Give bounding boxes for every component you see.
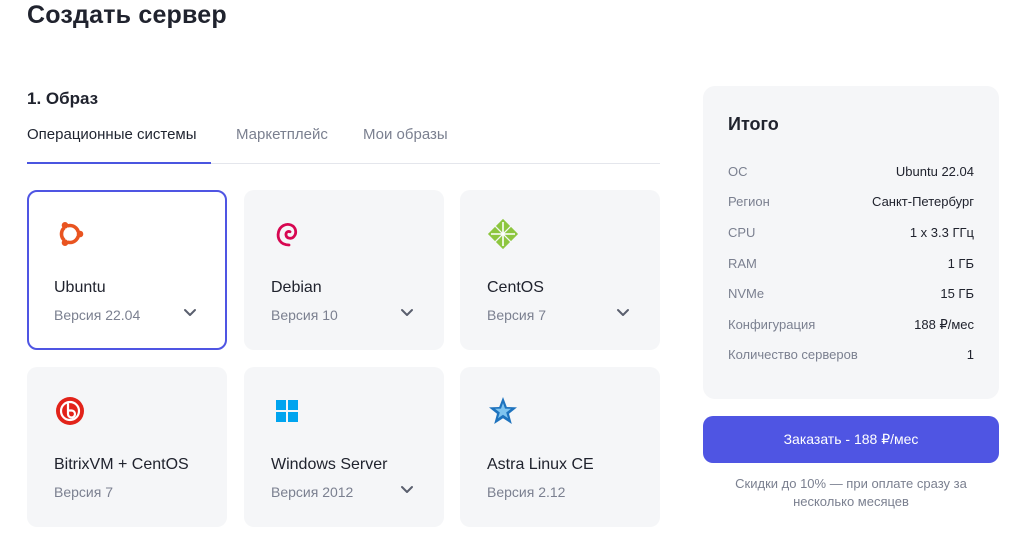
debian-icon <box>276 223 298 247</box>
os-card-version: Версия 7 <box>487 307 546 323</box>
summary-panel: Итого ОС Ubuntu 22.04 Регион Санкт-Петер… <box>703 86 999 399</box>
os-card-debian[interactable]: Debian Версия 10 <box>244 190 444 350</box>
tab-marketplace[interactable]: Маркетплейс <box>236 126 328 143</box>
os-card-version: Версия 2012 <box>271 484 354 500</box>
os-card-name: Astra Linux CE <box>487 456 594 473</box>
bitrix-icon <box>56 397 84 425</box>
os-card-astra-linux[interactable]: Astra Linux CE Версия 2.12 <box>460 367 660 527</box>
summary-row-os: ОС Ubuntu 22.04 <box>728 164 974 184</box>
summary-row-nvme: NVMe 15 ГБ <box>728 286 974 306</box>
os-card-centos[interactable]: CentOS Версия 7 <box>460 190 660 350</box>
summary-label: ОС <box>728 164 748 179</box>
summary-label: Регион <box>728 194 770 209</box>
astra-icon <box>489 397 517 424</box>
os-card-version: Версия 2.12 <box>487 484 566 500</box>
chevron-down-icon[interactable] <box>182 306 198 318</box>
image-tabs: Операционные системы Маркетплейс Мои обр… <box>27 124 660 164</box>
summary-row-region: Регион Санкт-Петербург <box>728 194 974 214</box>
os-card-name: Debian <box>271 279 322 296</box>
summary-title: Итого <box>728 114 779 134</box>
summary-value: 188 ₽/мес <box>914 317 974 332</box>
os-card-windows-server[interactable]: Windows Server Версия 2012 <box>244 367 444 527</box>
centos-icon <box>487 218 519 250</box>
summary-value: 1 ГБ <box>947 256 974 271</box>
discount-note: Скидки до 10% — при оплате сразу за неск… <box>735 476 967 509</box>
image-section-title: 1. Образ <box>27 89 99 108</box>
summary-label: Количество серверов <box>728 347 858 362</box>
os-card-version: Версия 7 <box>54 484 113 500</box>
os-card-ubuntu[interactable]: Ubuntu Версия 22.04 <box>27 190 227 350</box>
os-card-name: CentOS <box>487 279 544 296</box>
active-tab-indicator <box>27 162 211 164</box>
order-button[interactable]: Заказать - 188 ₽/мес <box>703 416 999 463</box>
summary-value: Санкт-Петербург <box>872 194 974 209</box>
summary-label: Конфигурация <box>728 317 816 332</box>
summary-value: 15 ГБ <box>940 286 974 301</box>
windows-icon <box>276 400 298 422</box>
summary-value: 1 x 3.3 ГГц <box>909 225 974 240</box>
chevron-down-icon[interactable] <box>615 306 631 318</box>
os-card-name: Ubuntu <box>54 279 106 296</box>
summary-label: RAM <box>728 256 757 271</box>
os-card-name: BitrixVM + CentOS <box>54 456 189 473</box>
page-title: Создать сервер <box>27 1 227 29</box>
os-card-name: Windows Server <box>271 456 388 473</box>
summary-row-server-count: Количество серверов 1 <box>728 347 974 367</box>
summary-row-cpu: CPU 1 x 3.3 ГГц <box>728 225 974 245</box>
os-card-bitrixvm[interactable]: BitrixVM + CentOS Версия 7 <box>27 367 227 527</box>
os-card-version: Версия 22.04 <box>54 307 141 323</box>
tab-my-images[interactable]: Мои образы <box>363 126 448 143</box>
chevron-down-icon[interactable] <box>399 483 415 495</box>
summary-label: CPU <box>728 225 756 240</box>
summary-row-configuration: Конфигурация 188 ₽/мес <box>728 317 974 337</box>
ubuntu-icon <box>59 222 84 246</box>
os-card-version: Версия 10 <box>271 307 338 323</box>
tab-operating-systems[interactable]: Операционные системы <box>27 126 197 143</box>
chevron-down-icon[interactable] <box>399 306 415 318</box>
summary-label: NVMe <box>728 286 765 301</box>
summary-row-ram: RAM 1 ГБ <box>728 256 974 276</box>
summary-value: Ubuntu 22.04 <box>895 164 974 179</box>
summary-value: 1 <box>966 347 974 362</box>
